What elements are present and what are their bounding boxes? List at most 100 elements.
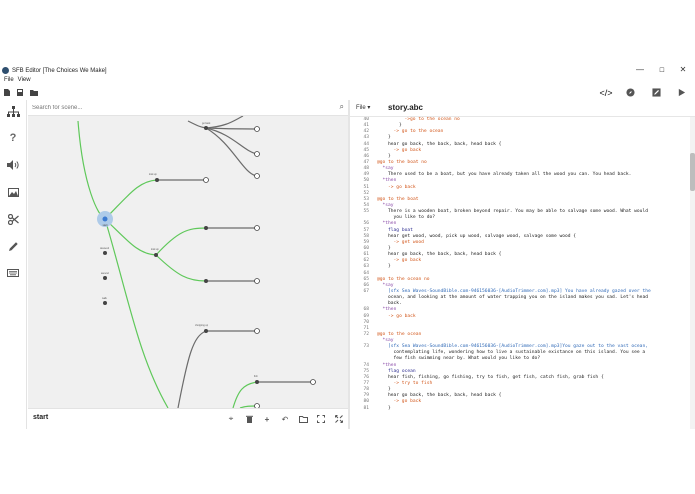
code-line[interactable]: 81} (350, 406, 690, 412)
expand-icon[interactable] (333, 413, 345, 425)
folder-shape (298, 415, 308, 423)
dropdown-arrow-icon: ▾ (367, 105, 371, 111)
audio-button[interactable] (6, 158, 20, 172)
node-left-3[interactable] (103, 301, 107, 305)
pen-icon (8, 241, 18, 251)
play-tab[interactable] (671, 84, 691, 101)
node-top-hub[interactable] (204, 126, 208, 130)
node-label-left-3: walk (102, 297, 108, 300)
edge-bottom-a (232, 381, 258, 408)
edge-top-b (205, 116, 244, 129)
node-label-low: chopping up (195, 324, 209, 327)
compass-tab[interactable] (620, 84, 640, 101)
fit-shape (317, 415, 325, 423)
app-icon (2, 67, 9, 74)
edge-start-mid (104, 218, 157, 256)
target-icon[interactable]: ⌖ (225, 413, 237, 425)
node-label-left-1: descend (100, 247, 110, 250)
expand-shape (335, 415, 343, 423)
file-toolbar (0, 86, 41, 98)
leaf-mid-down[interactable] (254, 278, 260, 284)
edge-top-c (205, 127, 258, 130)
edit-icon (651, 88, 661, 97)
leaf-lookup[interactable] (203, 177, 209, 183)
start-node[interactable] (102, 216, 108, 222)
menu-view[interactable]: View (18, 77, 31, 86)
fit-icon[interactable] (315, 413, 327, 425)
folder-icon[interactable] (297, 413, 309, 425)
node-mid-down[interactable] (204, 279, 208, 283)
code-view-tab[interactable]: </> (596, 84, 616, 101)
node-mid-up[interactable] (204, 226, 208, 230)
open-folder-icon[interactable] (30, 89, 38, 96)
node-label-mid: look up (151, 248, 159, 251)
menu-bar: File View (0, 77, 31, 86)
editor-file-menu[interactable]: File ▾ (356, 104, 370, 111)
leaf-bottom[interactable] (310, 379, 316, 385)
scene-tree-button[interactable] (6, 104, 20, 118)
compass-icon (625, 88, 635, 97)
edge-top-e (205, 127, 258, 177)
edge-top-start (77, 120, 106, 220)
sidebar: ? (0, 100, 27, 429)
edge-start-lookup (104, 179, 158, 220)
edge-mid-down (155, 254, 207, 282)
scene-graph-canvas[interactable]: start go back look up look up descend as… (28, 116, 348, 408)
editor-file-name: story.abc (388, 103, 423, 112)
scissors-button[interactable] (6, 212, 20, 226)
menu-file[interactable]: File (4, 77, 14, 86)
code-editor[interactable]: 40 ->go to the ocean no 41} 42 -> go to the … (350, 117, 690, 429)
line-text: } (388, 405, 391, 411)
add-icon[interactable]: + (261, 413, 273, 425)
edge-mid-up (155, 227, 207, 256)
leaf-low[interactable] (254, 328, 260, 334)
title-bar: SFB Editor [The Choices We Make] (0, 64, 695, 77)
minimize-button[interactable]: — (634, 65, 646, 74)
leaf-mid-up[interactable] (254, 225, 260, 231)
edge-low-up (177, 330, 207, 408)
editor-file-menu-label: File (356, 105, 366, 111)
node-label-left-2: ascend (101, 272, 109, 275)
node-left-2[interactable] (103, 276, 107, 280)
node-label-bottom: fish (254, 375, 258, 378)
edge-top-d (205, 127, 258, 155)
editor-scrollbar-thumb[interactable] (690, 153, 695, 191)
sfb-editor-window: SFB Editor [The Choices We Make] — ☐ ✕ F… (0, 64, 695, 429)
graph-toolbar: start ⌖ + ↶ (28, 408, 348, 429)
save-icon[interactable] (17, 88, 23, 96)
search-input[interactable] (32, 102, 322, 114)
audio-icon (7, 160, 19, 170)
node-label-lookup: look up (149, 173, 157, 176)
editor-scrollbar[interactable] (690, 117, 695, 429)
help-button[interactable]: ? (6, 131, 20, 145)
image-button[interactable] (6, 185, 20, 199)
leaf-top-1[interactable] (254, 126, 260, 132)
node-bottom-1[interactable] (255, 380, 259, 384)
new-file-icon[interactable] (4, 88, 10, 96)
line-number: 81 (363, 405, 369, 411)
scissors-icon (7, 213, 19, 225)
node-low[interactable] (204, 329, 208, 333)
trash-shape (245, 415, 253, 423)
node-label-top: go back (202, 122, 211, 125)
trash-icon[interactable] (243, 413, 255, 425)
edit-tab[interactable] (646, 84, 666, 101)
window-title: SFB Editor [The Choices We Make] (12, 67, 107, 74)
scene-graph[interactable]: start go back look up look up descend as… (28, 116, 348, 408)
keyboard-button[interactable] (6, 266, 20, 280)
leaf-top-3[interactable] (254, 173, 260, 179)
close-button[interactable]: ✕ (677, 65, 689, 74)
image-icon (7, 187, 19, 197)
pen-button[interactable] (6, 239, 20, 253)
node-mid[interactable] (154, 253, 158, 257)
scene-tree-icon (6, 105, 20, 117)
search-icon[interactable]: ⌕ (340, 102, 344, 112)
undo-icon[interactable]: ↶ (279, 413, 291, 425)
node-left-1[interactable] (103, 251, 107, 255)
current-scene-label: start (33, 414, 49, 421)
scene-search: ⌕ (28, 100, 348, 116)
node-lookup[interactable] (155, 178, 159, 182)
maximize-button[interactable]: ☐ (656, 67, 668, 74)
code-icon: </> (599, 87, 613, 98)
leaf-top-2[interactable] (254, 151, 260, 157)
